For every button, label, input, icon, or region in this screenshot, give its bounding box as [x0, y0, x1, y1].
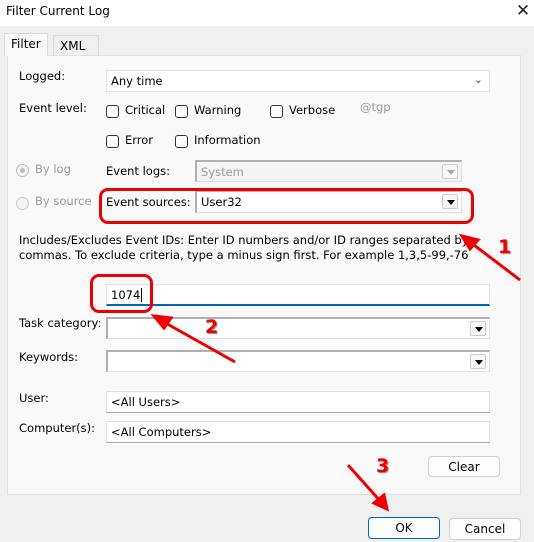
tab-filter[interactable]: Filter	[4, 33, 48, 56]
annotation-number-3: 3	[376, 455, 390, 477]
annotation-number-1: 1	[498, 236, 512, 258]
annotation-arrows	[150, 233, 521, 512]
arrow-2	[161, 319, 236, 364]
arrow-1	[469, 240, 521, 282]
annotation-number-2: 2	[205, 316, 219, 338]
